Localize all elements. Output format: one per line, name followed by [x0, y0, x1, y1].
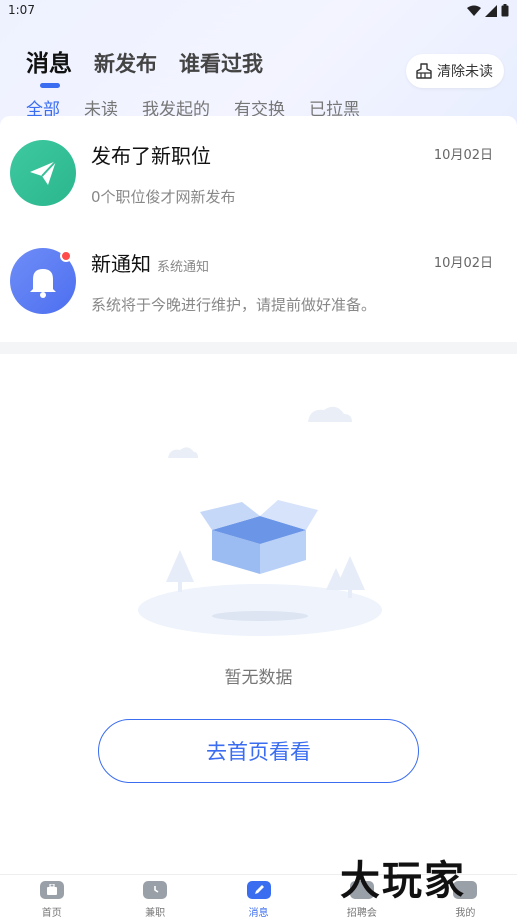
wifi-icon [467, 5, 481, 16]
list-item[interactable]: 新通知 系统通知 10月02日 系统将于今晚进行维护，请提前做好准备。 [0, 224, 517, 332]
status-icons [467, 4, 509, 17]
message-title-text: 新通知 [91, 252, 151, 276]
tabbar-label: 我的 [455, 908, 476, 919]
tabbar-label: 兼职 [145, 908, 166, 919]
subtab-exchanged[interactable]: 有交换 [234, 100, 285, 116]
sub-tabs: 全部 未读 我发起的 有交换 已拉黑 [26, 100, 517, 116]
empty-state-text: 暂无数据 [224, 668, 293, 688]
message-date: 10月02日 [433, 256, 493, 271]
active-tab-indicator [40, 83, 60, 88]
clear-unread-label: 清除未读 [437, 64, 493, 80]
message-preview: 系统将于今晚进行维护，请提前做好准备。 [91, 296, 377, 314]
tab-new-posts[interactable]: 新发布 [94, 48, 157, 78]
list-item[interactable]: 发布了新职位 10月02日 0个职位俊才网新发布 [0, 116, 517, 224]
tabbar-label: 首页 [41, 908, 62, 919]
section-divider [0, 342, 517, 354]
empty-box-illustration [138, 406, 382, 636]
tabbar-item-parttime[interactable]: 兼职 [103, 875, 206, 919]
home-bag-icon [39, 881, 64, 899]
battery-icon [501, 4, 509, 17]
message-avatar [10, 140, 76, 206]
status-bar: 1:07 [0, 0, 517, 22]
subtab-unread[interactable]: 未读 [84, 100, 118, 116]
message-tag: 系统通知 [157, 260, 210, 275]
subtab-all[interactable]: 全部 [26, 100, 60, 116]
tab-who-viewed-me[interactable]: 谁看过我 [179, 48, 263, 78]
bell-icon [30, 269, 56, 298]
tabbar-item-messages[interactable]: 消息 [207, 875, 310, 919]
subtab-blocked[interactable]: 已拉黑 [309, 100, 360, 116]
clock-icon [143, 881, 168, 899]
message-title: 发布了新职位 [91, 144, 211, 168]
unread-dot [60, 250, 72, 262]
message-preview: 0个职位俊才网新发布 [91, 188, 236, 206]
broom-icon [416, 63, 432, 79]
message-title: 新通知 系统通知 [91, 248, 209, 277]
clear-unread-button[interactable]: 清除未读 [406, 54, 504, 88]
tabbar-item-home[interactable]: 首页 [0, 875, 103, 919]
watermark-logo: 大玩家 [340, 858, 466, 904]
message-edit-icon [246, 881, 271, 899]
top-tabs: 消息 新发布 谁看过我 [26, 44, 263, 78]
status-time: 1:07 [8, 3, 35, 17]
subtab-initiated[interactable]: 我发起的 [142, 100, 210, 116]
message-date: 10月02日 [433, 148, 493, 163]
paper-plane-icon [30, 160, 57, 185]
signal-icon [485, 4, 497, 17]
go-home-button[interactable]: 去首页看看 [98, 719, 419, 783]
tabbar-label: 招聘会 [346, 908, 377, 919]
tabbar-label: 消息 [248, 908, 269, 919]
tab-messages[interactable]: 消息 [26, 44, 72, 78]
message-list: 发布了新职位 10月02日 0个职位俊才网新发布 新通知 系统通知 10月02日 … [0, 116, 517, 332]
